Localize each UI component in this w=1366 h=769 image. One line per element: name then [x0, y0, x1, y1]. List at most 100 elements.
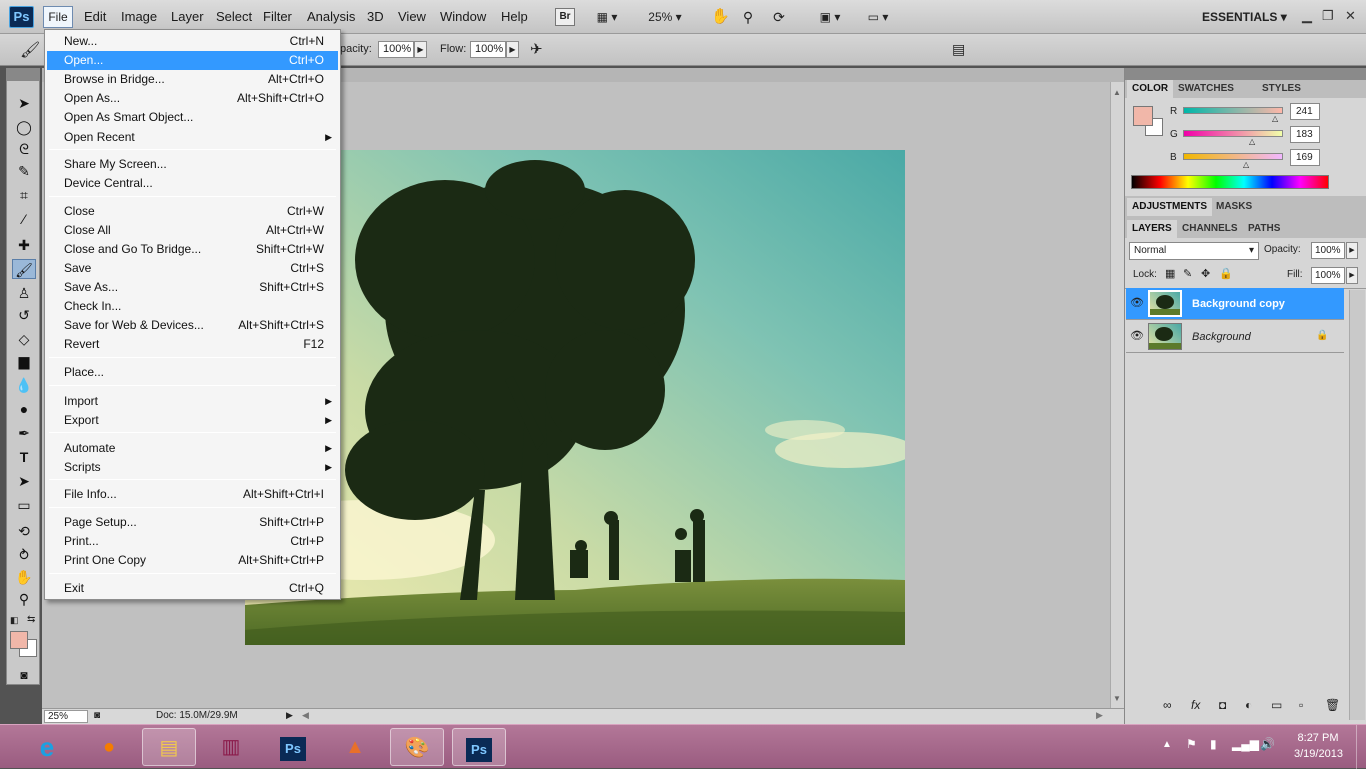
rotate-view-icon[interactable]: ⟳ — [768, 8, 790, 26]
type-tool-icon[interactable]: T — [12, 447, 36, 467]
menu-item-export[interactable]: Export ▶ — [47, 411, 338, 430]
battery-icon[interactable]: ▮ — [1210, 737, 1217, 751]
airbrush-icon[interactable]: ✈ — [530, 40, 543, 58]
default-colors-icon[interactable]: ◧ — [10, 615, 19, 626]
gradient-tool-icon[interactable]: ▆ — [12, 351, 36, 371]
layer-opacity-input[interactable]: 100% — [1311, 242, 1345, 259]
green-value[interactable]: 183 — [1290, 126, 1320, 143]
layer-row-background-copy[interactable]: 👁 Background copy — [1126, 288, 1344, 320]
fill-input[interactable]: 100% — [1311, 267, 1345, 284]
menu-item-scripts[interactable]: Scripts ▶ — [47, 458, 338, 477]
arrange-documents-button[interactable]: ▣ ▾ — [812, 8, 848, 26]
fg-color-chip[interactable] — [1133, 106, 1153, 126]
blue-value[interactable]: 169 — [1290, 149, 1320, 166]
red-slider-thumb-icon[interactable]: △ — [1272, 114, 1278, 123]
zoom-tool-side-icon[interactable]: ⚲ — [12, 589, 36, 609]
menu-item-open[interactable]: Open... Ctrl+O — [47, 51, 338, 70]
explorer-icon[interactable]: ▤ — [142, 728, 196, 766]
opacity-arrow-icon[interactable]: ▶ — [414, 41, 427, 58]
menu-item-revert[interactable]: Revert F12 — [47, 335, 338, 354]
blue-slider-thumb-icon[interactable]: △ — [1243, 160, 1249, 169]
blur-tool-icon[interactable]: 💧 — [12, 375, 36, 395]
tab-masks[interactable]: MASKS — [1211, 198, 1257, 216]
workspace-switcher[interactable]: ESSENTIALS ▾ — [1202, 10, 1287, 24]
menu-item-print-one-copy[interactable]: Print One Copy Alt+Shift+Ctrl+P — [47, 551, 338, 570]
menu-item-save-as[interactable]: Save As... Shift+Ctrl+S — [47, 278, 338, 297]
menu-item-save-for-web[interactable]: Save for Web & Devices... Alt+Shift+Ctrl+… — [47, 316, 338, 335]
crop-tool-icon[interactable]: ⌗ — [12, 185, 36, 205]
new-group-icon[interactable]: ▭ — [1271, 698, 1282, 712]
firefox-icon[interactable]: ● — [82, 728, 136, 766]
status-menu-arrow-icon[interactable]: ▶ — [286, 710, 293, 721]
red-slider[interactable] — [1183, 107, 1283, 114]
lock-pixels-icon[interactable]: ✎ — [1183, 267, 1192, 280]
color-spectrum-bar[interactable] — [1131, 175, 1329, 189]
layer-name[interactable]: Background — [1192, 331, 1251, 343]
dock-header[interactable] — [1125, 68, 1366, 80]
lock-all-icon[interactable]: 🔒 — [1219, 267, 1233, 280]
menu-item-open-as[interactable]: Open As... Alt+Shift+Ctrl+O — [47, 89, 338, 108]
brush-preset-icon[interactable]: 🖌 — [20, 40, 40, 60]
tab-adjustments[interactable]: ADJUSTMENTS — [1127, 198, 1213, 216]
quick-select-tool-icon[interactable]: ✎ — [12, 161, 36, 181]
fx-icon[interactable]: fx — [1191, 698, 1200, 712]
menu-item-close-all[interactable]: Close All Alt+Ctrl+W — [47, 221, 338, 240]
menu-edit[interactable]: Edit — [84, 9, 106, 24]
move-tool-icon[interactable]: ➤ — [12, 93, 36, 113]
eraser-tool-icon[interactable]: ◇ — [12, 329, 36, 349]
scroll-left-icon[interactable]: ◀ — [302, 710, 309, 721]
photoshop-icon[interactable]: Ps — [266, 728, 320, 766]
opacity-input[interactable]: 100% — [378, 41, 414, 58]
menu-window[interactable]: Window — [440, 9, 486, 24]
lasso-tool-icon[interactable]: ᘓ — [12, 139, 36, 159]
link-layers-icon[interactable]: ∞ — [1163, 698, 1172, 712]
new-layer-icon[interactable]: ▫ — [1299, 698, 1303, 712]
tab-styles[interactable]: STYLES — [1257, 80, 1306, 98]
scroll-up-icon[interactable]: ▲ — [1113, 88, 1121, 97]
status-info-icon[interactable]: ◙ — [94, 710, 100, 721]
extras-button[interactable]: ▦ ▾ — [590, 8, 624, 26]
screen-mode-button[interactable]: ▭ ▾ — [860, 8, 896, 26]
menu-item-print[interactable]: Print... Ctrl+P — [47, 532, 338, 551]
clock-date[interactable]: 3/19/2013 — [1294, 748, 1343, 760]
menu-item-open-recent[interactable]: Open Recent ▶ — [47, 128, 338, 147]
flow-arrow-icon[interactable]: ▶ — [506, 41, 519, 58]
menu-item-automate[interactable]: Automate ▶ — [47, 439, 338, 458]
menu-item-open-as-smart-object[interactable]: Open As Smart Object... — [47, 108, 338, 127]
menu-file[interactable]: File — [43, 6, 73, 28]
path-select-icon[interactable]: ➤ — [12, 471, 36, 491]
green-slider[interactable] — [1183, 130, 1283, 137]
eyedropper-tool-icon[interactable]: ⁄ — [12, 209, 36, 229]
show-desktop-button[interactable] — [1356, 725, 1366, 769]
layers-scrollbar[interactable] — [1349, 290, 1365, 720]
menu-item-share-my-screen[interactable]: Share My Screen... — [47, 155, 338, 174]
brush-tool-icon[interactable]: 🖌 — [12, 259, 36, 279]
marquee-tool-icon[interactable]: ◯ — [12, 117, 36, 137]
dodge-tool-icon[interactable]: ● — [12, 399, 36, 419]
menu-item-device-central[interactable]: Device Central... — [47, 174, 338, 193]
scroll-right-icon[interactable]: ▶ — [1096, 710, 1103, 721]
layer-name[interactable]: Background copy — [1192, 298, 1285, 310]
flow-input[interactable]: 100% — [470, 41, 506, 58]
3d-orbit-icon[interactable]: ⥁ — [12, 545, 36, 565]
clock-time[interactable]: 8:27 PM — [1294, 732, 1342, 744]
menu-filter[interactable]: Filter — [263, 9, 292, 24]
adjustment-layer-icon[interactable]: ◐ — [1245, 698, 1252, 712]
menu-item-close-and-go-to-bridge[interactable]: Close and Go To Bridge... Shift+Ctrl+W — [47, 240, 338, 259]
blue-slider[interactable] — [1183, 153, 1283, 160]
bridge-button[interactable]: Br — [555, 8, 575, 26]
menu-item-browse-in-bridge[interactable]: Browse in Bridge... Alt+Ctrl+O — [47, 70, 338, 89]
status-zoom-input[interactable]: 25% — [44, 710, 88, 723]
hand-tool-side-icon[interactable]: ✋ — [12, 567, 36, 587]
blend-mode-select[interactable]: Normal ▾ — [1129, 242, 1259, 260]
add-mask-icon[interactable]: ◘ — [1219, 698, 1226, 712]
close-icon[interactable]: ✕ — [1345, 8, 1356, 24]
matlab-icon[interactable]: ▲ — [328, 728, 382, 766]
menu-item-exit[interactable]: Exit Ctrl+Q — [47, 579, 338, 598]
volume-icon[interactable]: 🔊 — [1260, 737, 1275, 751]
network-icon[interactable]: ▂▄▆ — [1232, 737, 1259, 751]
menu-select[interactable]: Select — [216, 9, 252, 24]
tab-channels[interactable]: CHANNELS — [1177, 220, 1243, 238]
red-value[interactable]: 241 — [1290, 103, 1320, 120]
visibility-eye-icon[interactable]: 👁 — [1130, 329, 1144, 342]
